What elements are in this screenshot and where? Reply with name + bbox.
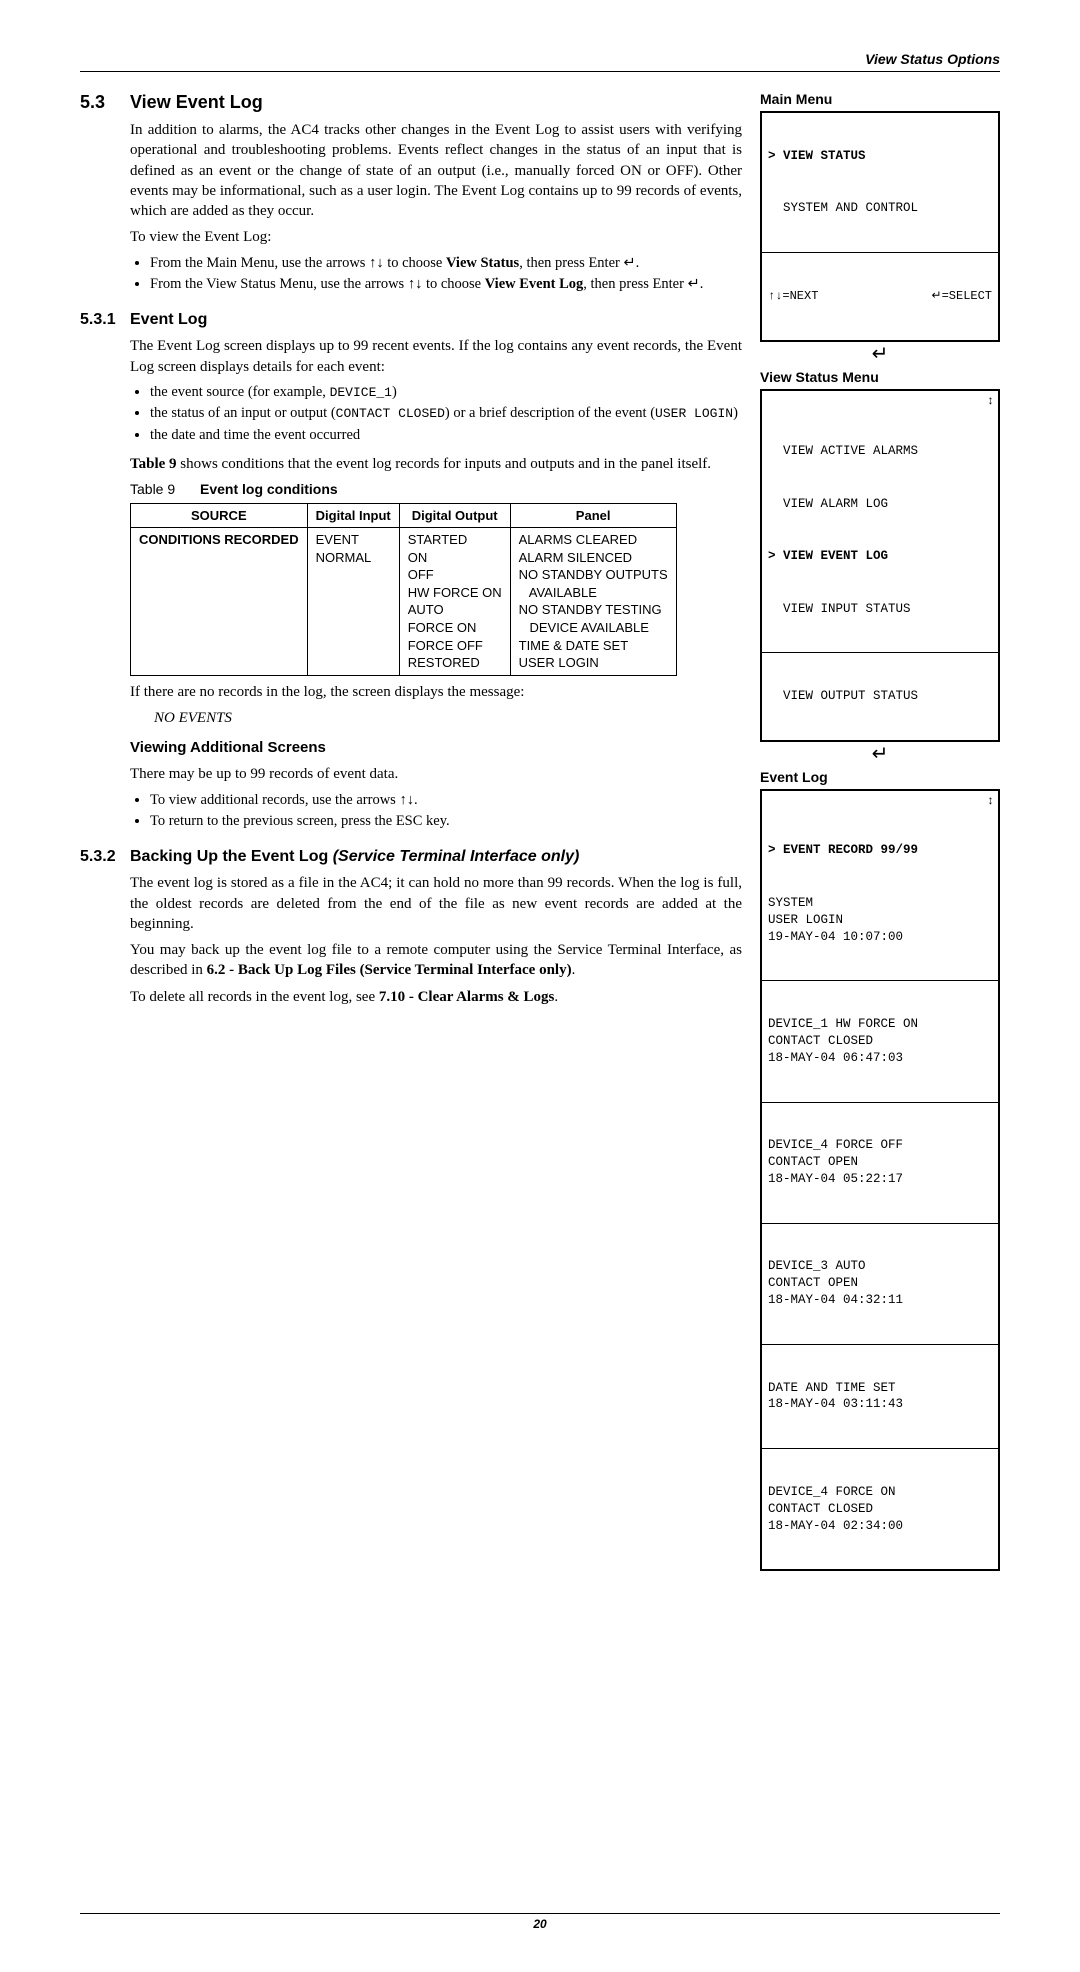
vs-output-status: VIEW OUTPUT STATUS: [762, 687, 998, 706]
main-menu-label: Main Menu: [760, 90, 1000, 109]
updown-icon: ↕: [987, 793, 994, 809]
sec531-norecords: If there are no records in the log, the …: [130, 682, 742, 702]
sec532-p3: To delete all records in the event log, …: [130, 987, 742, 1007]
vas-li-esc: To return to the previous screen, press …: [150, 812, 742, 832]
updown-icon: ↕: [987, 393, 994, 409]
event-log-label: Event Log: [760, 768, 1000, 787]
sec53-intro: In addition to alarms, the AC4 tracks ot…: [130, 120, 742, 221]
sec53-step2: From the View Status Menu, use the arrow…: [150, 275, 742, 295]
vs-active-alarms: VIEW ACTIVE ALARMS: [762, 442, 998, 461]
vs-event-log: > VIEW EVENT LOG: [762, 547, 998, 566]
section-title: View Event Log: [130, 92, 263, 112]
nav-next: ↑↓=NEXT: [768, 288, 818, 304]
view-status-menu-lcd: ↕ VIEW ACTIVE ALARMS VIEW ALARM LOG > VI…: [760, 389, 1000, 742]
sec531-li-source: the event source (for example, DEVICE_1): [150, 383, 742, 403]
event-record-2: DEVICE_4 FORCE OFF CONTACT OPEN 18-MAY-0…: [762, 1136, 998, 1189]
main-column: 5.3View Event Log In addition to alarms,…: [80, 90, 742, 1013]
vas-intro: There may be up to 99 records of event d…: [130, 764, 742, 784]
section-5-3-1-heading: 5.3.1Event Log: [80, 309, 742, 331]
subsection-number: 5.3.1: [80, 309, 130, 331]
sec53-step1: From the Main Menu, use the arrows ↑↓ to…: [150, 254, 742, 274]
th-source: SOURCE: [131, 503, 308, 528]
main-menu-system-control: SYSTEM AND CONTROL: [762, 199, 998, 218]
td-conditions-label: CONDITIONS RECORDED: [131, 528, 308, 675]
enter-icon: ↵: [760, 744, 1000, 764]
table-event-log-conditions: SOURCE Digital Input Digital Output Pane…: [130, 503, 677, 676]
subsection-number: 5.3.2: [80, 846, 130, 868]
sec531-table-lead: Table 9 shows conditions that the event …: [130, 454, 742, 474]
th-digital-input: Digital Input: [307, 503, 399, 528]
section-number: 5.3: [80, 90, 130, 114]
main-menu-view-status: > VIEW STATUS: [762, 147, 998, 166]
table9-caption: Table 9Event log conditions: [130, 480, 742, 499]
sec532-p2: You may back up the event log file to a …: [130, 940, 742, 981]
event-log-lcd: ↕ > EVENT RECORD 99/99 SYSTEM USER LOGIN…: [760, 789, 1000, 1571]
page-footer: 20: [80, 1913, 1000, 1932]
vs-alarm-log: VIEW ALARM LOG: [762, 495, 998, 514]
td-digital-input: EVENT NORMAL: [307, 528, 399, 675]
td-digital-output: STARTED ON OFF HW FORCE ON AUTO FORCE ON…: [399, 528, 510, 675]
sec532-p1: The event log is stored as a file in the…: [130, 873, 742, 934]
event-record-4: DATE AND TIME SET 18-MAY-04 03:11:43: [762, 1379, 998, 1415]
lcd-column: Main Menu > VIEW STATUS SYSTEM AND CONTR…: [760, 90, 1000, 1573]
td-panel: ALARMS CLEARED ALARM SILENCED NO STANDBY…: [510, 528, 676, 675]
sec531-li-datetime: the date and time the event occurred: [150, 426, 742, 446]
event-record-3: DEVICE_3 AUTO CONTACT OPEN 18-MAY-04 04:…: [762, 1257, 998, 1310]
event-record-header: > EVENT RECORD 99/99: [762, 841, 998, 860]
vas-li-arrows: To view additional records, use the arro…: [150, 791, 742, 811]
event-record-5: DEVICE_4 FORCE ON CONTACT CLOSED 18-MAY-…: [762, 1483, 998, 1536]
sec53-toview: To view the Event Log:: [130, 227, 742, 247]
section-5-3-2-heading: 5.3.2Backing Up the Event Log (Service T…: [80, 846, 742, 868]
event-record-0: SYSTEM USER LOGIN 19-MAY-04 10:07:00: [762, 894, 998, 947]
view-status-menu-label: View Status Menu: [760, 368, 1000, 387]
running-header: View Status Options: [80, 50, 1000, 72]
th-digital-output: Digital Output: [399, 503, 510, 528]
th-panel: Panel: [510, 503, 676, 528]
sec531-li-status: the status of an input or output (CONTAC…: [150, 404, 742, 424]
subsection-title: Backing Up the Event Log: [130, 848, 333, 865]
event-record-1: DEVICE_1 HW FORCE ON CONTACT CLOSED 18-M…: [762, 1015, 998, 1068]
subsection-title: Event Log: [130, 311, 207, 328]
no-events-message: NO EVENTS: [154, 708, 742, 728]
enter-icon: ↵: [760, 344, 1000, 364]
vs-input-status: VIEW INPUT STATUS: [762, 600, 998, 619]
main-menu-lcd: > VIEW STATUS SYSTEM AND CONTROL ↑↓=NEXT…: [760, 111, 1000, 343]
viewing-additional-screens-heading: Viewing Additional Screens: [130, 738, 742, 758]
sec531-intro: The Event Log screen displays up to 99 r…: [130, 336, 742, 377]
nav-select: ↵=SELECT: [932, 288, 992, 304]
section-5-3-heading: 5.3View Event Log: [80, 90, 742, 114]
